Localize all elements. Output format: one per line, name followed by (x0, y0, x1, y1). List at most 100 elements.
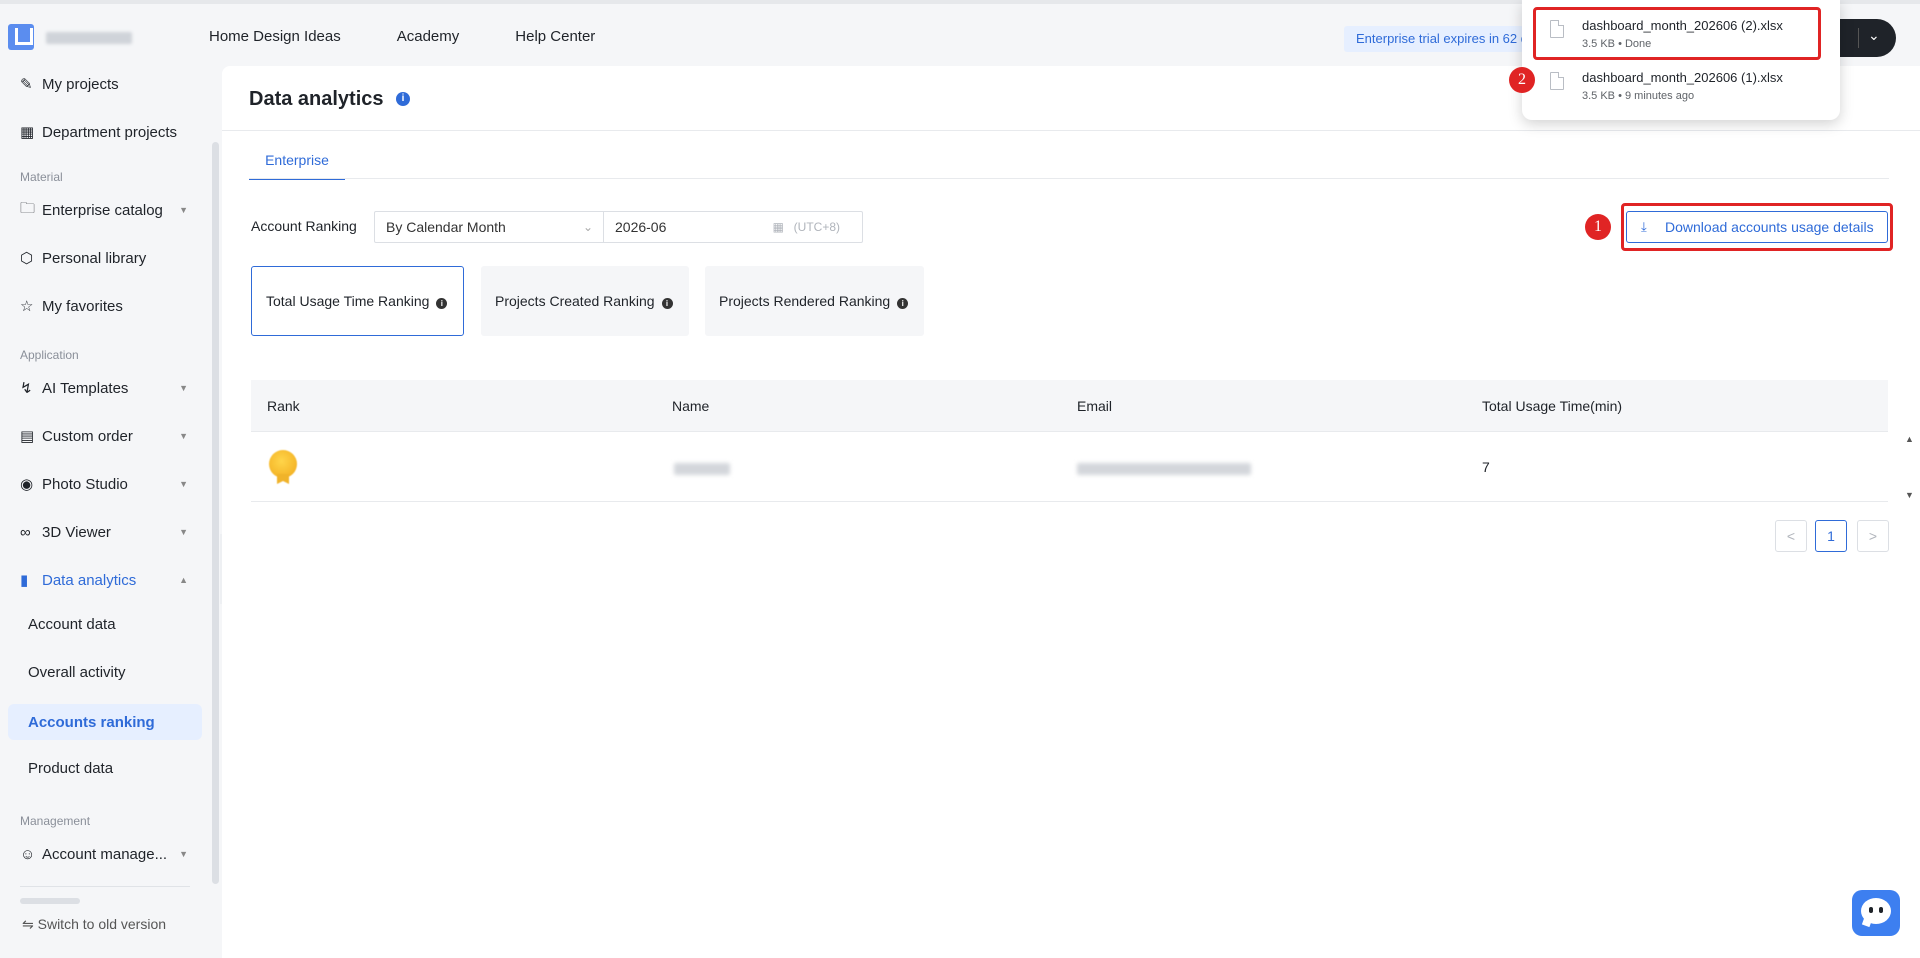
brand-logo-icon[interactable] (8, 24, 34, 50)
column-header-total-usage: Total Usage Time(min) (1482, 398, 1623, 414)
sidebar-subitem-overall-activity[interactable]: Overall activity (8, 654, 202, 690)
caret-down-icon: ▼ (179, 205, 188, 215)
sidebar-item-label: Data analytics (42, 571, 137, 589)
sidebar-item-data-analytics[interactable]: ▮ Data analytics ▲ (8, 562, 202, 598)
sidebar-item-account-management[interactable]: ☺ Account manage... ▼ (8, 836, 202, 872)
pagination-next-button[interactable]: > (1857, 520, 1889, 552)
switch-old-version-label: Switch to old version (37, 916, 167, 932)
table-header: Rank Name Email Total Usage Time(min) (251, 380, 1888, 432)
sidebar-item-label: Personal library (42, 249, 147, 267)
sidebar-divider (20, 886, 190, 887)
info-icon[interactable]: i (661, 298, 673, 309)
sidebar-item-3d-viewer[interactable]: ∞ 3D Viewer ▼ (8, 514, 202, 550)
chat-bubble-icon (1861, 898, 1891, 924)
sidebar-item-label: 3D Viewer (42, 523, 111, 541)
section-label-material: Material (20, 170, 63, 184)
gold-medal-icon (269, 450, 297, 478)
sidebar-item-personal-library[interactable]: ⬡ Personal library (8, 240, 202, 276)
sidebar-item-label: Photo Studio (42, 475, 128, 493)
camera-icon: ◉ (20, 476, 34, 493)
card-label: Projects Created Ranking (495, 293, 655, 309)
pagination-prev-button[interactable]: < (1775, 520, 1807, 552)
sidebar-item-label: My favorites (42, 297, 123, 315)
building-icon: ▦ (20, 124, 35, 141)
cube-icon: ⬡ (20, 250, 34, 267)
bar-chart-icon: ▮ (20, 572, 29, 589)
switch-old-version-link[interactable]: ⇋ Switch to old version (22, 916, 166, 933)
users-icon: ☺ (20, 845, 36, 863)
brand-name-blurred (46, 32, 132, 44)
sidebar-scrollbar[interactable] (212, 142, 219, 884)
table-row: 7 ▲ ▼ (251, 432, 1914, 502)
email-redacted (1077, 463, 1251, 475)
scroll-down-icon[interactable]: ▼ (1905, 490, 1914, 500)
nav-home-design-ideas[interactable]: Home Design Ideas (209, 28, 341, 45)
column-header-rank: Rank (267, 398, 300, 414)
chevron-down-icon[interactable]: ⌄ (1868, 27, 1880, 44)
sidebar-item-label: Account manage... (42, 845, 168, 863)
sidebar: ✎ My projects ▦ Department projects Mate… (0, 66, 212, 958)
sliders-icon: ⇋ (22, 916, 34, 932)
trial-banner[interactable]: Enterprise trial expires in 62 d (1344, 26, 1524, 52)
month-picker-value: 2026-06 (615, 219, 667, 235)
section-label-management: Management (20, 814, 91, 828)
sidebar-item-label: Enterprise catalog (42, 201, 163, 219)
timezone-label: (UTC+8) (793, 220, 840, 234)
period-select[interactable]: By Calendar Month ⌄ (374, 211, 604, 243)
sidebar-item-label: My projects (42, 75, 119, 93)
clipboard-icon: ▤ (20, 428, 35, 445)
sidebar-item-ai-templates[interactable]: ↯ AI Templates ▼ (8, 370, 202, 406)
table-scrollbar[interactable]: ▲ ▼ (1903, 432, 1917, 502)
caret-up-icon: ▲ (179, 575, 188, 585)
lightning-icon: ↯ (20, 380, 33, 397)
sidebar-item-label: Custom order (42, 427, 133, 445)
main-panel: Data analytics i Enterprise Account Rank… (222, 66, 1920, 958)
month-picker[interactable]: 2026-06 ▦ (UTC+8) (603, 211, 863, 243)
page-title: Data analytics (249, 88, 384, 110)
step-badge-1: 1 (1585, 214, 1611, 240)
sidebar-item-department-projects[interactable]: ▦ Department projects (8, 114, 202, 150)
chat-support-button[interactable] (1852, 890, 1900, 936)
sidebar-subitem-account-data[interactable]: Account data (8, 606, 202, 642)
card-total-usage-time-ranking[interactable]: Total Usage Time Ranking i (251, 266, 464, 336)
account-divider (1858, 28, 1859, 48)
sidebar-subitem-accounts-ranking[interactable]: Accounts ranking (8, 704, 202, 740)
download-file-name: dashboard_month_202606 (1).xlsx (1582, 70, 1783, 85)
calendar-icon: ▦ (772, 220, 784, 234)
sidebar-item-enterprise-catalog[interactable]: 🗀 Enterprise catalog ▼ (8, 192, 202, 228)
info-icon[interactable]: i (897, 298, 909, 309)
folder-icon: 🗀 (20, 199, 36, 217)
cell-rank (251, 432, 656, 501)
sidebar-item-custom-order[interactable]: ▤ Custom order ▼ (8, 418, 202, 454)
column-header-email: Email (1077, 398, 1113, 414)
sidebar-item-label: Department projects (42, 123, 178, 141)
sidebar-item-label: AI Templates (42, 379, 129, 397)
pagination-page-1[interactable]: 1 (1815, 520, 1847, 552)
step-badge-2: 2 (1509, 67, 1535, 93)
sidebar-item-photo-studio[interactable]: ◉ Photo Studio ▼ (8, 466, 202, 502)
edit-icon: ✎ (20, 76, 33, 93)
info-icon[interactable]: i (436, 298, 448, 309)
tab-enterprise[interactable]: Enterprise (249, 142, 345, 180)
nav-help-center[interactable]: Help Center (515, 28, 595, 45)
download-item[interactable]: dashboard_month_202606 (1).xlsx 3.5 KB •… (1522, 60, 1840, 110)
caret-down-icon: ▼ (179, 849, 188, 859)
cell-email (1061, 432, 1466, 501)
card-projects-created-ranking[interactable]: Projects Created Ranking i (481, 266, 689, 336)
sidebar-subitem-product-data[interactable]: Product data (8, 750, 202, 786)
scroll-up-icon[interactable]: ▲ (1905, 434, 1914, 444)
card-label: Projects Rendered Ranking (719, 293, 891, 309)
caret-down-icon: ▼ (179, 479, 188, 489)
highlight-box-latest-download (1533, 7, 1821, 60)
sidebar-item-my-favorites[interactable]: ☆ My favorites (8, 288, 202, 324)
sidebar-item-my-projects[interactable]: ✎ My projects (8, 66, 202, 102)
caret-down-icon: ▼ (179, 383, 188, 393)
section-label-application: Application (20, 348, 79, 362)
column-header-name: Name (672, 398, 710, 414)
card-projects-rendered-ranking[interactable]: Projects Rendered Ranking i (705, 266, 924, 336)
nav-academy[interactable]: Academy (397, 28, 460, 45)
chevron-down-icon: ⌄ (582, 220, 593, 234)
name-redacted (674, 463, 730, 475)
file-icon (1550, 72, 1564, 90)
info-icon[interactable]: i (396, 92, 410, 106)
